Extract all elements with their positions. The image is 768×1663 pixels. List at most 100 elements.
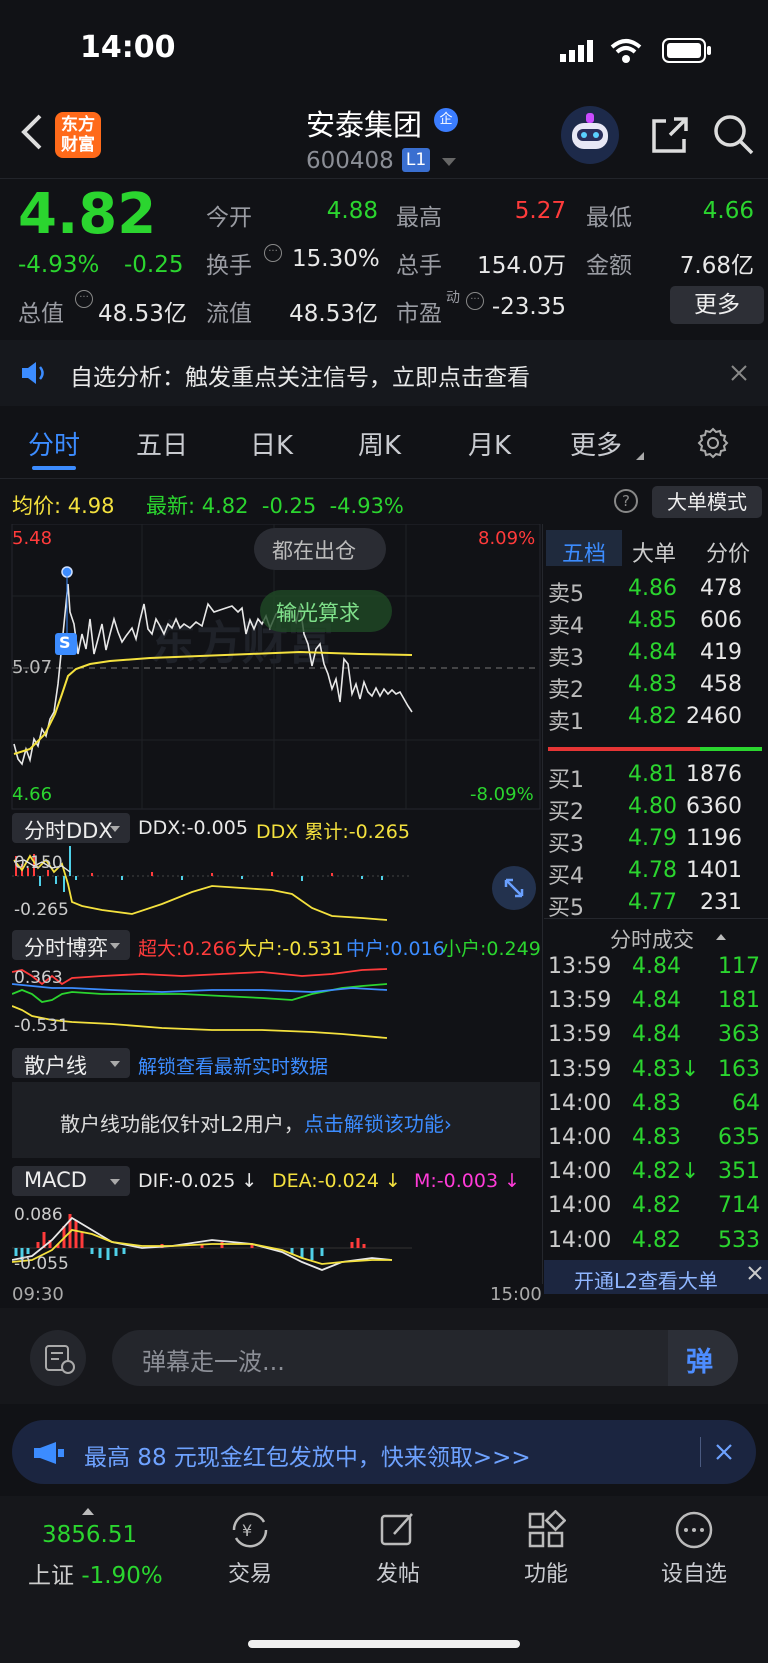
search-icon[interactable]	[712, 113, 756, 161]
trade-row: 14:00 4.82↓ 351	[544, 1159, 764, 1189]
pe-label: 市盈	[396, 301, 442, 327]
last-value: 4.82	[201, 494, 249, 518]
expand-icon[interactable]	[492, 866, 536, 910]
info-icon[interactable]: ···	[466, 292, 484, 310]
info-icon[interactable]: ···	[264, 244, 282, 262]
close-icon[interactable]	[744, 1262, 766, 1288]
retail-unlock-button[interactable]: 点击解锁该功能	[304, 1112, 444, 1136]
trade-volume: 714	[718, 1193, 760, 1219]
function-icon[interactable]	[526, 1509, 567, 1554]
macd-axis-top: 0.086	[14, 1205, 63, 1225]
order-book-ask-row[interactable]: 卖2 4.83 458	[544, 672, 742, 703]
index-pct[interactable]: -1.90%	[81, 1563, 162, 1589]
nav-watchlist[interactable]: 设自选	[644, 1556, 744, 1588]
home-indicator	[248, 1640, 520, 1648]
intraday-chart[interactable]: 东方财富	[0, 524, 542, 812]
stock-code: 600408	[306, 148, 394, 174]
nav-function[interactable]: 功能	[496, 1556, 596, 1588]
trade-volume: 64	[732, 1090, 760, 1116]
battery-icon	[662, 38, 712, 68]
trade-volume: 351	[718, 1159, 760, 1185]
robot-assistant-icon[interactable]	[560, 105, 620, 169]
trade-price: 4.82	[632, 1227, 681, 1253]
info-icon[interactable]: ···	[75, 290, 93, 308]
book-volume: 458	[700, 672, 742, 697]
order-book-bid-row[interactable]: 买2 4.80 6360	[544, 794, 742, 825]
order-book-ask-row[interactable]: 卖5 4.86 478	[544, 576, 742, 607]
nav-trade[interactable]: 交易	[200, 1556, 300, 1588]
order-book-bid-row[interactable]: 买5 4.77 231	[544, 890, 742, 921]
close-icon[interactable]	[714, 1442, 734, 1466]
trade-row: 14:00 4.82 533	[544, 1228, 764, 1258]
retail-unlock-link[interactable]: 解锁查看最新实时数据	[138, 1052, 328, 1079]
trade-row: 14:00 4.83 635	[544, 1125, 764, 1155]
danmaku-bubble: 输光算求	[276, 601, 360, 625]
book-price: 4.82	[628, 704, 677, 729]
post-icon[interactable]	[378, 1510, 418, 1554]
index-value[interactable]: 3856.51	[42, 1522, 137, 1548]
danmaku-placeholder: 弹幕走一波...	[142, 1348, 285, 1376]
tab-timeshare[interactable]: 分时	[28, 425, 80, 462]
pct-axis-top: 8.09%	[478, 528, 536, 549]
tab-month-k[interactable]: 月K	[468, 425, 511, 462]
retail-selector[interactable]: 散户线	[12, 1048, 130, 1078]
ddx-selector[interactable]: 分时DDX	[12, 813, 130, 843]
book-volume: 419	[700, 640, 742, 665]
order-book-ask-row[interactable]: 卖1 4.82 2460	[544, 704, 742, 735]
message-list-icon[interactable]	[30, 1330, 86, 1386]
index-name[interactable]: 上证	[28, 1563, 74, 1589]
pe-dynamic-tag: 动	[446, 290, 460, 306]
high-label: 最高	[396, 205, 442, 231]
book-volume: 1876	[686, 762, 742, 787]
more-button[interactable]: 更多	[670, 286, 764, 324]
code-dropdown-icon[interactable]	[442, 158, 456, 166]
book-price: 4.83	[628, 672, 677, 697]
macd-axis-bottom: -0.055	[14, 1254, 69, 1274]
trade-price: 4.83	[632, 1125, 681, 1150]
close-icon[interactable]	[730, 364, 748, 386]
big-order-mode-button[interactable]: 大单模式	[652, 486, 762, 518]
settings-gear-icon[interactable]	[697, 427, 729, 463]
tab-day-k[interactable]: 日K	[250, 425, 293, 462]
book-tab-level5[interactable]: 五档	[562, 536, 606, 568]
medium-value: 中户:0.016	[346, 938, 445, 960]
order-book-bid-row[interactable]: 买3 4.79 1196	[544, 826, 742, 857]
book-level-label: 卖4	[548, 614, 584, 639]
game-selector[interactable]: 分时博弈	[12, 930, 130, 960]
trades-title[interactable]: 分时成交	[610, 924, 694, 954]
status-time: 14:00	[80, 30, 176, 65]
turnover-value: 15.30%	[292, 246, 380, 272]
game-axis-top: 0.363	[14, 968, 63, 988]
macd-chart	[12, 1214, 412, 1271]
svg-text:¥: ¥	[242, 1521, 252, 1540]
trade-time: 13:59	[548, 1056, 612, 1082]
share-icon[interactable]	[648, 115, 690, 161]
trade-volume: 181	[718, 988, 760, 1014]
open-label: 今开	[206, 205, 252, 231]
app-logo: 东方 财富	[55, 112, 101, 158]
help-icon[interactable]: ?	[614, 489, 638, 513]
book-tab-price[interactable]: 分价	[706, 536, 750, 568]
back-button[interactable]	[18, 112, 44, 156]
trade-row: 13:59 4.84 117	[544, 954, 764, 984]
trade-row: 13:59 4.84 363	[544, 1022, 764, 1052]
order-book-bid-row[interactable]: 买1 4.81 1876	[544, 762, 742, 793]
tab-week-k[interactable]: 周K	[358, 425, 401, 462]
change-pct: -4.93%	[18, 252, 100, 278]
book-level-label: 买1	[548, 768, 584, 793]
danmaku-icon: 弹	[686, 1347, 713, 1378]
trade-volume: 533	[718, 1227, 760, 1253]
tab-more[interactable]: 更多	[570, 425, 622, 462]
macd-selector[interactable]: MACD	[12, 1166, 130, 1196]
add-watchlist-icon[interactable]	[674, 1510, 714, 1554]
nav-post[interactable]: 发帖	[348, 1556, 448, 1588]
trade-icon[interactable]: ¥	[228, 1510, 272, 1554]
order-book-bid-row[interactable]: 买4 4.78 1401	[544, 858, 742, 889]
last-label: 最新:	[146, 494, 196, 518]
float-value: 48.53亿	[289, 301, 378, 327]
order-book-ask-row[interactable]: 卖4 4.85 606	[544, 608, 742, 639]
book-tab-big-order[interactable]: 大单	[632, 536, 676, 568]
l2-upgrade-text[interactable]: 开通L2查看大单	[574, 1265, 718, 1294]
order-book-ask-row[interactable]: 卖3 4.84 419	[544, 640, 742, 671]
tab-five-day[interactable]: 五日	[136, 425, 188, 462]
